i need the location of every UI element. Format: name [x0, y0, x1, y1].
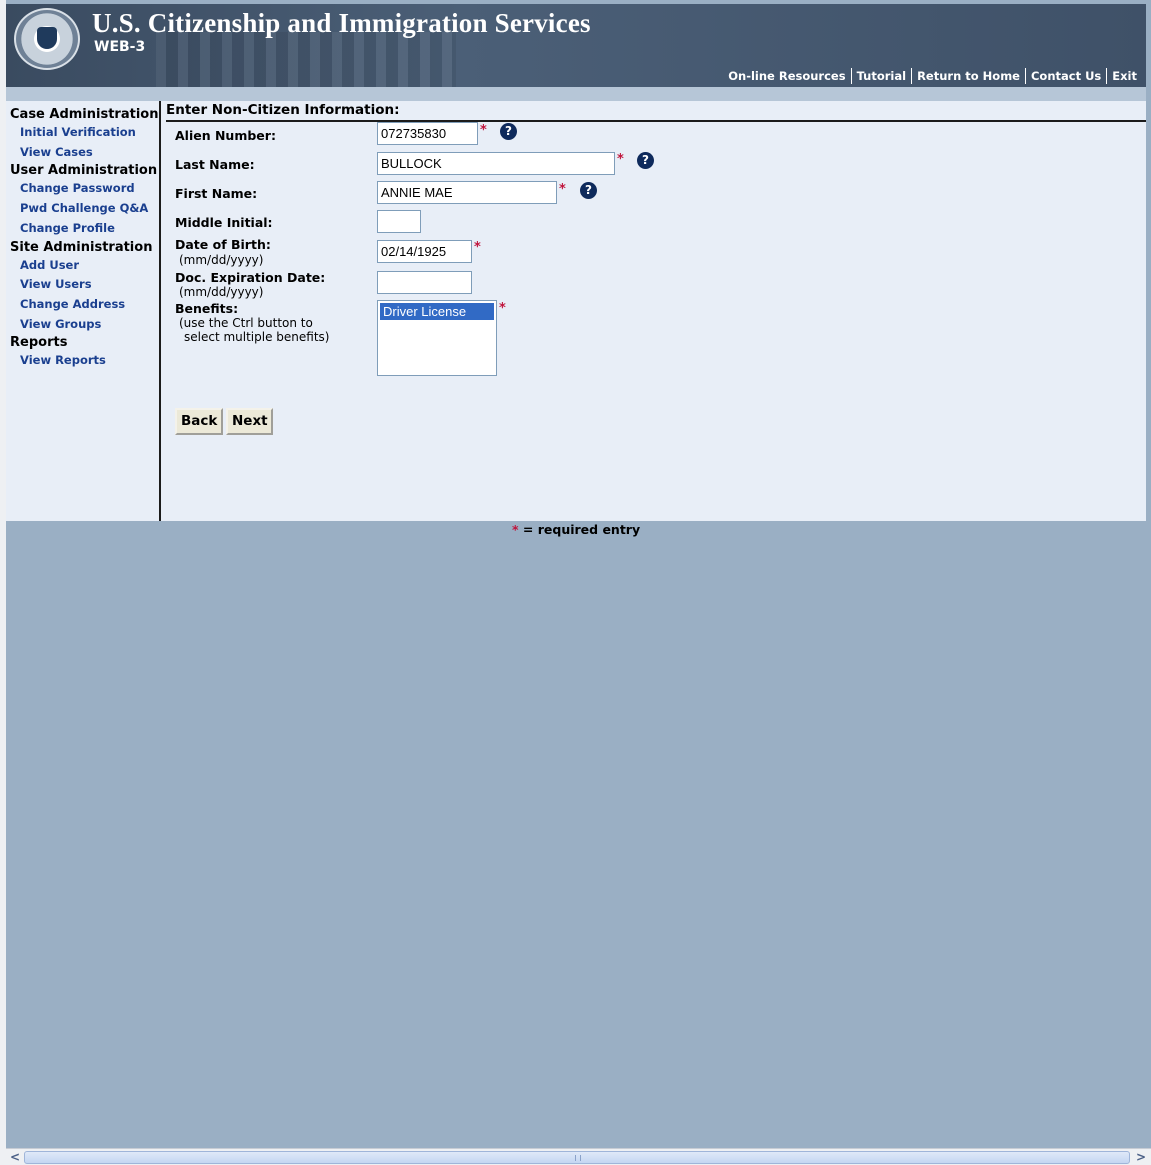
- sidebar-section-site-administration: Site Administration: [10, 239, 153, 255]
- online-resources-link[interactable]: On-line Resources: [723, 69, 850, 83]
- header-strip: [6, 87, 1146, 101]
- doc-expiration-input[interactable]: [377, 271, 472, 294]
- sidebar-item-change-password[interactable]: Change Password: [20, 179, 159, 199]
- scrollbar-grip-icon: [575, 1155, 581, 1161]
- sidebar: Case Administration Initial Verification…: [6, 101, 161, 521]
- date-of-birth-input[interactable]: [377, 240, 472, 263]
- first-name-input[interactable]: [377, 181, 557, 204]
- doc-expiration-hint: (mm/dd/yyyy): [179, 285, 264, 299]
- required-entry-text: = required entry: [522, 522, 641, 537]
- header-pillars-decoration: [156, 32, 456, 87]
- help-icon[interactable]: ?: [580, 182, 597, 199]
- exit-link[interactable]: Exit: [1107, 69, 1142, 83]
- benefits-listbox[interactable]: Driver License: [377, 300, 497, 376]
- site-subtitle: WEB-3: [94, 39, 146, 55]
- back-button[interactable]: Back: [175, 408, 223, 435]
- required-asterisk-icon: *: [512, 522, 519, 537]
- sidebar-section-user-administration: User Administration: [10, 163, 158, 179]
- contact-us-link[interactable]: Contact Us: [1026, 69, 1106, 83]
- main-content: Case Administration Initial Verification…: [6, 101, 1146, 521]
- help-icon[interactable]: ?: [637, 152, 654, 169]
- help-icon[interactable]: ?: [500, 123, 517, 140]
- sidebar-item-initial-verification[interactable]: Initial Verification: [20, 123, 159, 143]
- alien-number-input[interactable]: [377, 122, 478, 145]
- scroll-left-icon[interactable]: <: [7, 1150, 23, 1165]
- site-title: U.S. Citizenship and Immigration Service…: [92, 8, 591, 38]
- middle-initial-input[interactable]: [377, 210, 421, 233]
- sidebar-item-view-reports[interactable]: View Reports: [20, 351, 159, 371]
- required-asterisk-icon: *: [499, 301, 506, 316]
- date-of-birth-hint: (mm/dd/yyyy): [179, 253, 264, 267]
- doc-expiration-label: Doc. Expiration Date:: [175, 270, 326, 285]
- sidebar-section-case-administration: Case Administration: [10, 107, 159, 122]
- required-asterisk-icon: *: [617, 152, 624, 167]
- sidebar-item-view-groups[interactable]: View Groups: [20, 315, 159, 335]
- middle-initial-label: Middle Initial:: [175, 215, 273, 230]
- required-asterisk-icon: *: [480, 123, 487, 138]
- benefits-label: Benefits:: [175, 301, 239, 316]
- required-entry-note: * = required entry: [512, 522, 640, 537]
- date-of-birth-label: Date of Birth:: [175, 237, 271, 252]
- benefits-option-driver-license[interactable]: Driver License: [380, 303, 494, 320]
- dhs-seal-icon: [14, 8, 80, 70]
- benefits-hint-line2: select multiple benefits): [184, 330, 330, 344]
- sidebar-item-change-address[interactable]: Change Address: [20, 295, 159, 315]
- form-title: Enter Non-Citizen Information:: [166, 102, 1146, 122]
- top-nav: On-line Resources Tutorial Return to Hom…: [723, 68, 1142, 84]
- required-asterisk-icon: *: [559, 182, 566, 197]
- sidebar-item-pwd-challenge[interactable]: Pwd Challenge Q&A: [20, 199, 159, 219]
- tutorial-link[interactable]: Tutorial: [852, 69, 911, 83]
- next-button[interactable]: Next: [226, 408, 273, 435]
- first-name-label: First Name:: [175, 186, 258, 201]
- required-asterisk-icon: *: [474, 240, 481, 255]
- alien-number-label: Alien Number:: [175, 128, 276, 143]
- last-name-label: Last Name:: [175, 157, 255, 172]
- sidebar-item-view-users[interactable]: View Users: [20, 275, 159, 295]
- last-name-input[interactable]: [377, 152, 615, 175]
- sidebar-item-view-cases[interactable]: View Cases: [20, 143, 159, 163]
- scrollbar-thumb[interactable]: [24, 1151, 1130, 1164]
- horizontal-scrollbar[interactable]: < >: [6, 1148, 1151, 1165]
- sidebar-item-add-user[interactable]: Add User: [20, 256, 159, 276]
- scroll-right-icon[interactable]: >: [1133, 1150, 1149, 1165]
- sidebar-item-change-profile[interactable]: Change Profile: [20, 219, 159, 239]
- return-to-home-link[interactable]: Return to Home: [912, 69, 1025, 83]
- benefits-hint-line1: (use the Ctrl button to: [179, 316, 313, 330]
- sidebar-section-reports: Reports: [10, 335, 68, 351]
- site-header: U.S. Citizenship and Immigration Service…: [6, 4, 1146, 87]
